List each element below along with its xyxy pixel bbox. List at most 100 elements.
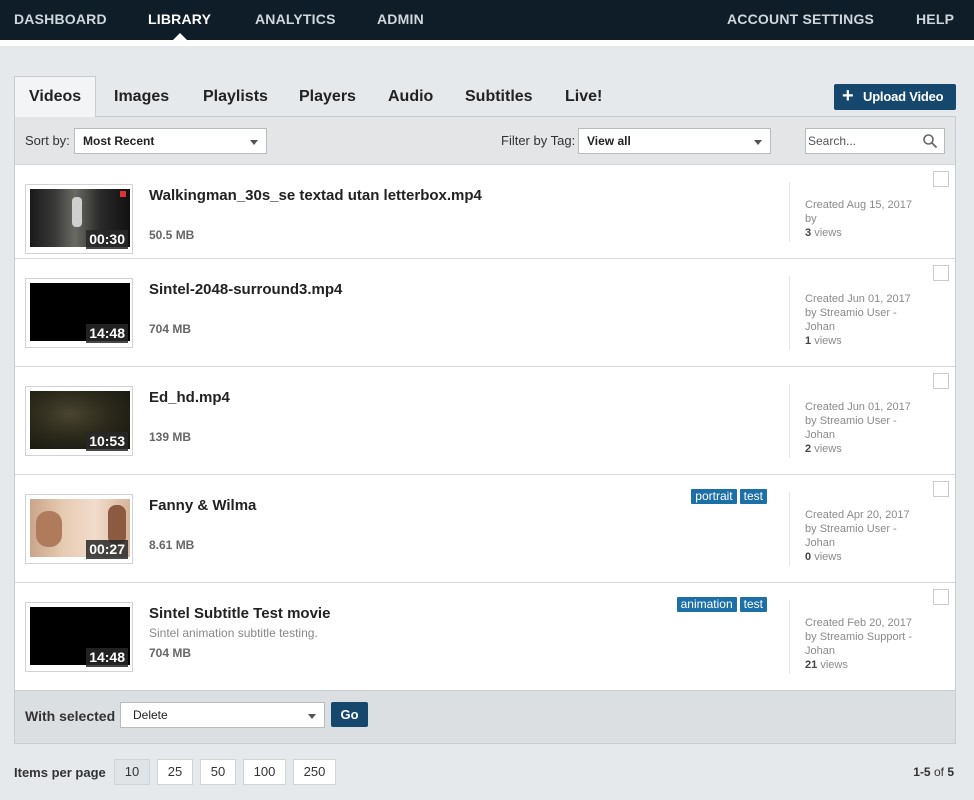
chevron-down-icon	[250, 140, 258, 145]
face-shape	[36, 511, 62, 547]
items-per-page-label: Items per page	[14, 765, 106, 780]
video-row[interactable]: 00:30 Walkingman_30s_se textad utan lett…	[15, 164, 955, 258]
video-title[interactable]: Ed_hd.mp4	[149, 389, 230, 406]
sort-label: Sort by:	[25, 133, 70, 148]
nav-analytics[interactable]: ANALYTICS	[255, 0, 336, 40]
video-size: 704 MB	[149, 322, 192, 336]
video-thumbnail[interactable]: 00:30	[25, 184, 133, 254]
search-input[interactable]	[808, 131, 918, 151]
video-meta: Created Jun 01, 2017 by Streamio User - …	[805, 400, 923, 456]
created-by: by Streamio User - Johan	[805, 523, 897, 549]
video-meta: Created Aug 15, 2017 by 3 views	[805, 198, 923, 240]
view-count: 2 views	[805, 443, 842, 455]
face-shape	[108, 505, 126, 545]
plus-icon: +	[842, 85, 854, 107]
video-row[interactable]: 14:48 Sintel-2048-surround3.mp4 704 MB C…	[15, 258, 955, 366]
tag-test[interactable]: test	[739, 489, 767, 504]
active-nav-indicator	[173, 33, 187, 40]
page-size-250[interactable]: 250	[293, 759, 336, 785]
tab-players[interactable]: Players	[299, 76, 356, 117]
video-thumbnail[interactable]: 00:27	[25, 494, 133, 564]
tab-subtitles[interactable]: Subtitles	[465, 76, 533, 117]
tag-list: animation test	[676, 597, 767, 612]
created-date: Created Jun 01, 2017	[805, 401, 911, 413]
range-total: 5	[947, 765, 954, 779]
video-description: Sintel animation subtitle testing.	[149, 626, 318, 640]
chevron-down-icon	[754, 140, 762, 145]
video-row[interactable]: 00:27 Fanny & Wilma 8.61 MB portrait tes…	[15, 474, 955, 582]
divider	[789, 600, 790, 674]
tab-images[interactable]: Images	[114, 76, 169, 117]
tag-portrait[interactable]: portrait	[691, 489, 737, 504]
tab-live[interactable]: Live!	[565, 76, 602, 117]
video-thumbnail[interactable]: 14:48	[25, 602, 133, 672]
bulk-action-value: Delete	[133, 708, 168, 722]
search-icon[interactable]	[922, 133, 938, 149]
sort-select[interactable]: Most Recent	[74, 128, 267, 154]
tab-audio[interactable]: Audio	[388, 76, 433, 117]
top-navigation: DASHBOARD LIBRARY ANALYTICS ADMIN ACCOUN…	[0, 0, 974, 40]
page-size-100[interactable]: 100	[243, 759, 286, 785]
tag-list: portrait test	[691, 489, 767, 504]
video-row[interactable]: 10:53 Ed_hd.mp4 139 MB Created Jun 01, 2…	[15, 366, 955, 474]
tag-filter-select[interactable]: View all	[578, 128, 771, 154]
pagination-range: 1-5 of 5	[913, 765, 954, 779]
divider	[789, 276, 790, 350]
duration-badge: 00:27	[86, 540, 128, 559]
bulk-action-bar: With selected Delete Go	[15, 690, 955, 743]
nav-dashboard[interactable]: DASHBOARD	[14, 0, 107, 40]
created-by: by Streamio Support - Johan	[805, 631, 913, 657]
video-row[interactable]: 14:48 Sintel Subtitle Test movie Sintel …	[15, 582, 955, 690]
video-title[interactable]: Fanny & Wilma	[149, 497, 256, 514]
video-library-panel: Sort by: Most Recent Filter by Tag: View…	[14, 116, 956, 744]
video-meta: Created Apr 20, 2017 by Streamio User - …	[805, 508, 923, 564]
with-selected-label: With selected	[25, 708, 116, 724]
divider	[789, 182, 790, 242]
tab-playlists[interactable]: Playlists	[203, 76, 268, 117]
view-count: 0 views	[805, 551, 842, 563]
created-date: Created Feb 20, 2017	[805, 617, 913, 629]
created-date: Created Apr 20, 2017	[805, 509, 910, 521]
select-checkbox[interactable]	[933, 373, 949, 389]
nav-admin[interactable]: ADMIN	[377, 0, 424, 40]
video-meta: Created Feb 20, 2017 by Streamio Support…	[805, 616, 923, 672]
page-size-50[interactable]: 50	[200, 759, 236, 785]
select-checkbox[interactable]	[933, 265, 949, 281]
video-thumbnail[interactable]: 14:48	[25, 278, 133, 348]
select-checkbox[interactable]	[933, 171, 949, 187]
view-count: 21 views	[805, 659, 848, 671]
go-button[interactable]: Go	[331, 702, 368, 727]
tag-filter-value: View all	[587, 134, 631, 148]
video-size: 8.61 MB	[149, 538, 195, 552]
upload-video-button[interactable]: + Upload Video	[834, 84, 956, 110]
page-size-10[interactable]: 10	[114, 759, 150, 785]
divider	[789, 384, 790, 458]
tag-animation[interactable]: animation	[676, 597, 737, 612]
video-thumbnail[interactable]: 10:53	[25, 386, 133, 456]
video-title[interactable]: Sintel Subtitle Test movie	[149, 605, 330, 622]
select-checkbox[interactable]	[933, 481, 949, 497]
divider	[789, 492, 790, 566]
channel-logo	[120, 191, 126, 197]
video-title[interactable]: Sintel-2048-surround3.mp4	[149, 281, 342, 298]
figure-shape	[72, 197, 82, 227]
library-toolbar: Sort by: Most Recent Filter by Tag: View…	[15, 117, 955, 164]
filter-tag-label: Filter by Tag:	[501, 133, 576, 148]
video-meta: Created Jun 01, 2017 by Streamio User - …	[805, 292, 923, 348]
range-of: of	[933, 765, 944, 779]
created-date: Created Jun 01, 2017	[805, 293, 911, 305]
created-date: Created Aug 15, 2017	[805, 199, 913, 211]
tab-videos[interactable]: Videos	[14, 76, 97, 117]
tag-test[interactable]: test	[739, 597, 767, 612]
duration-badge: 14:48	[86, 324, 128, 343]
nav-account-settings[interactable]: ACCOUNT SETTINGS	[727, 0, 874, 40]
bulk-action-select[interactable]: Delete	[120, 702, 325, 728]
nav-help[interactable]: HELP	[916, 0, 954, 40]
chevron-down-icon	[308, 714, 316, 719]
video-title[interactable]: Walkingman_30s_se textad utan letterbox.…	[149, 187, 482, 204]
view-count: 3 views	[805, 227, 842, 239]
upload-video-label: Upload Video	[863, 89, 944, 104]
created-by: by Streamio User - Johan	[805, 307, 897, 333]
select-checkbox[interactable]	[933, 589, 949, 605]
page-size-25[interactable]: 25	[157, 759, 193, 785]
